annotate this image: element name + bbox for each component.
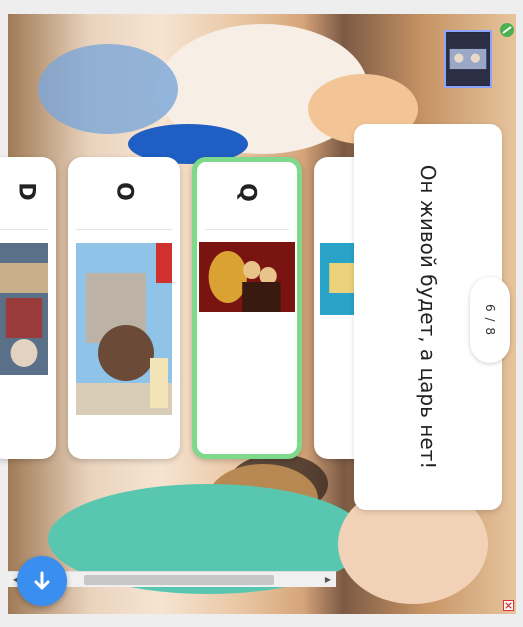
question-text: Он живой будет, а царь нет! xyxy=(416,164,440,470)
quiz-screen: D O Q Он живой будет, а царь нет! 6 / 8 … xyxy=(0,0,523,627)
answer-image xyxy=(199,242,295,312)
card-divider xyxy=(205,229,289,230)
answer-letter: O xyxy=(111,182,137,201)
question-progress: 6 / 8 xyxy=(470,277,510,363)
scroll-right-icon[interactable]: ▶ xyxy=(322,574,334,586)
progress-label: 6 / 8 xyxy=(483,304,497,336)
leaf-icon[interactable] xyxy=(499,22,515,38)
answer-card-o[interactable]: O xyxy=(68,157,180,459)
answer-image xyxy=(0,243,48,375)
scroll-down-button[interactable] xyxy=(17,556,67,606)
answer-image xyxy=(76,243,172,415)
scroll-thumb[interactable] xyxy=(84,575,274,585)
card-divider xyxy=(76,229,172,230)
answer-card-d[interactable]: D xyxy=(0,157,56,459)
video-thumbnail[interactable] xyxy=(444,30,492,88)
card-divider xyxy=(0,229,48,230)
answer-card-q[interactable]: Q xyxy=(192,157,302,459)
answer-letter: D xyxy=(13,182,39,201)
arrow-down-icon xyxy=(34,571,50,590)
close-icon[interactable] xyxy=(503,600,514,611)
